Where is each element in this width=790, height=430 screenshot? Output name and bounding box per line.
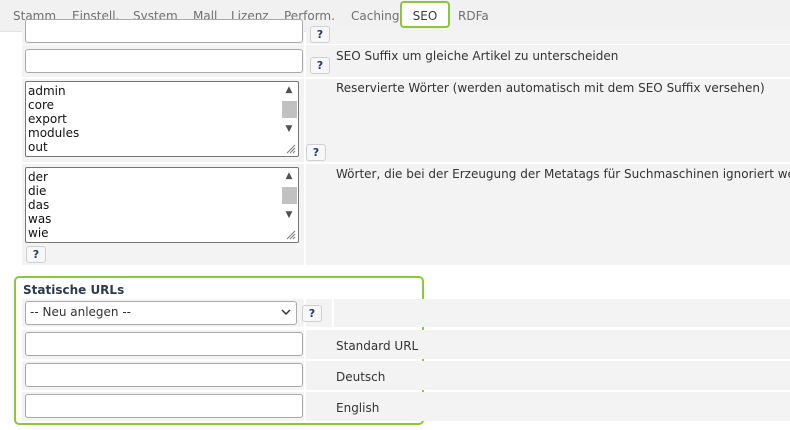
resize-grip-icon[interactable]	[286, 144, 296, 154]
tab-seo[interactable]: SEO	[400, 1, 450, 28]
seo-suffix-input[interactable]	[25, 49, 303, 73]
help-button[interactable]: ?	[26, 246, 46, 263]
english-url-input[interactable]	[25, 394, 303, 418]
deutsch-url-input[interactable]	[25, 363, 303, 387]
static-url-row-english: English	[22, 392, 790, 421]
chevron-down-icon[interactable]: ▼	[281, 122, 297, 136]
ignored-words-row: der die das was wie ▲ ▼ ? Wörter, die be…	[22, 164, 790, 265]
list-item: die	[28, 184, 47, 198]
chevron-up-icon[interactable]: ▲	[281, 83, 297, 97]
static-urls-title: Statische URLs	[23, 283, 125, 297]
tab-caching[interactable]: Caching	[351, 8, 400, 25]
help-button[interactable]: ?	[310, 57, 330, 74]
list-item: das	[28, 198, 50, 212]
standard-url-label: Standard URL	[336, 339, 419, 353]
reserved-words-textarea[interactable]: admin core export modules out ▲ ▼	[25, 81, 299, 157]
list-item: wie	[28, 226, 49, 240]
reserved-words-row: admin core export modules out ▲ ▼ ? Rese…	[22, 79, 790, 162]
list-item: was	[28, 212, 52, 226]
list-item: export	[28, 112, 67, 126]
help-button[interactable]: ?	[302, 305, 322, 322]
standard-url-input[interactable]	[25, 332, 303, 356]
chevron-down-icon[interactable]: ▼	[281, 208, 297, 222]
list-item: der	[28, 170, 48, 184]
list-item: admin	[28, 84, 66, 98]
list-item: core	[28, 98, 54, 112]
static-url-row-standard: Standard URL	[22, 330, 790, 359]
seo-suffix-label: SEO Suffix um gleiche Artikel zu untersc…	[336, 49, 619, 63]
list-item: out	[28, 140, 48, 154]
static-url-select[interactable]: -- Neu anlegen --	[25, 301, 297, 325]
cut-off-row: ?	[22, 19, 790, 44]
reserved-words-label: Reservierte Wörter (werden automatisch m…	[336, 81, 765, 95]
ignored-words-label: Wörter, die bei der Erzeugung der Metata…	[336, 167, 790, 181]
scrollbar-thumb[interactable]	[282, 187, 297, 204]
english-label: English	[336, 401, 380, 415]
help-button[interactable]: ?	[310, 26, 330, 43]
seo-suffix-row: ? SEO Suffix um gleiche Artikel zu unter…	[22, 45, 790, 77]
deutsch-label: Deutsch	[336, 370, 386, 384]
tab-rdfa[interactable]: RDFa	[458, 8, 489, 25]
scrollbar-thumb[interactable]	[282, 101, 297, 118]
help-button[interactable]: ?	[306, 144, 326, 161]
static-urls-select-row: -- Neu anlegen -- ?	[22, 299, 790, 327]
ignored-words-textarea[interactable]: der die das was wie ▲ ▼	[25, 167, 299, 243]
cut-off-input[interactable]	[25, 19, 303, 43]
list-item: modules	[28, 126, 80, 140]
chevron-up-icon[interactable]: ▲	[281, 169, 297, 183]
select-value: -- Neu anlegen --	[30, 305, 132, 319]
resize-grip-icon[interactable]	[286, 230, 296, 240]
chevron-down-icon	[281, 309, 291, 316]
static-url-row-deutsch: Deutsch	[22, 361, 790, 390]
